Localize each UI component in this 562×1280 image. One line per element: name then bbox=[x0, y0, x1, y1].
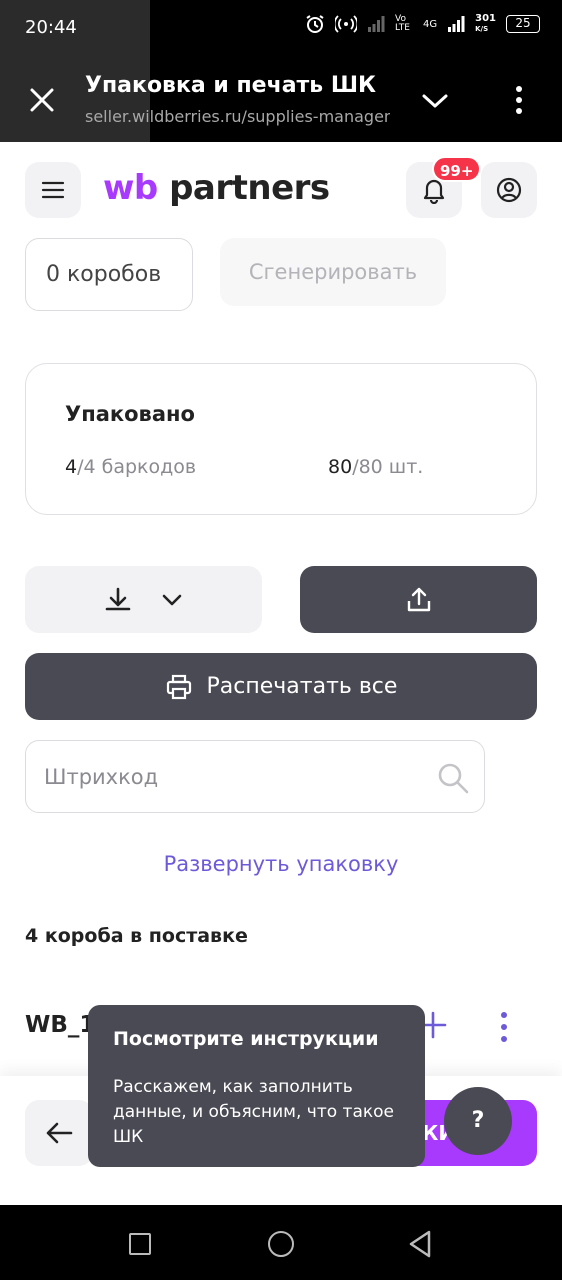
download-dropdown-button[interactable] bbox=[25, 566, 262, 633]
chevron-down-icon[interactable] bbox=[418, 84, 452, 118]
pieces-done: 80 bbox=[328, 456, 353, 478]
page-title: Упаковка и печать ШК bbox=[85, 73, 377, 98]
more-vertical-icon[interactable] bbox=[495, 1010, 513, 1044]
signal-icon bbox=[448, 16, 465, 32]
back-triangle-icon[interactable] bbox=[407, 1229, 433, 1259]
tooltip-text: Расскажем, как заполнить данные, и объяс… bbox=[113, 1077, 395, 1147]
upload-button[interactable] bbox=[300, 566, 537, 633]
arrow-left-icon bbox=[46, 1122, 73, 1144]
hotspot-icon bbox=[335, 15, 357, 33]
upload-icon bbox=[407, 587, 430, 611]
packed-barcodes: 4/4 баркодов bbox=[65, 456, 196, 478]
network-type: 4G bbox=[423, 18, 438, 30]
status-time: 20:44 bbox=[25, 17, 77, 38]
signal-icon bbox=[368, 16, 385, 32]
alarm-icon bbox=[306, 15, 324, 33]
generate-button[interactable]: Сгенерировать bbox=[220, 238, 446, 306]
close-icon[interactable] bbox=[24, 82, 60, 118]
menu-button[interactable] bbox=[25, 162, 81, 218]
notification-badge: 99+ bbox=[432, 156, 482, 182]
recents-icon[interactable] bbox=[129, 1233, 151, 1255]
barcode-input[interactable] bbox=[44, 759, 424, 795]
download-icon bbox=[105, 587, 130, 610]
volte-label: Vo LTE bbox=[395, 14, 410, 33]
search-icon[interactable] bbox=[436, 761, 470, 795]
status-bar: 20:44 Vo LTE 4G 301 K/S 25 bbox=[0, 0, 562, 142]
instructions-tooltip: Посмотрите инструкции Расскажем, как зап… bbox=[88, 1005, 425, 1167]
menu-icon bbox=[41, 181, 65, 199]
chevron-down-icon bbox=[162, 594, 181, 605]
net-speed: 301 K/S bbox=[475, 14, 496, 34]
browser-bar: Упаковка и печать ШК seller.wildberries.… bbox=[0, 58, 562, 142]
android-nav-bar bbox=[0, 1205, 562, 1280]
boxes-count-field[interactable]: 0 коробов bbox=[25, 238, 193, 311]
print-all-label: Распечатать все bbox=[206, 674, 398, 699]
barcodes-total: /4 баркодов bbox=[77, 456, 197, 478]
profile-button[interactable] bbox=[481, 162, 537, 218]
more-vertical-icon[interactable] bbox=[505, 82, 533, 118]
logo-partners: partners bbox=[169, 168, 330, 208]
barcode-search-field bbox=[25, 740, 485, 813]
net-speed-value: 301 bbox=[475, 13, 496, 24]
wb-partners-logo[interactable]: wb partners bbox=[103, 168, 330, 208]
back-button[interactable] bbox=[25, 1100, 93, 1166]
logo-wb: wb bbox=[103, 168, 158, 208]
net-speed-unit: K/S bbox=[475, 25, 489, 33]
print-all-button[interactable]: Распечатать все bbox=[25, 653, 537, 720]
home-icon[interactable] bbox=[268, 1231, 294, 1257]
expand-packing-link[interactable]: Развернуть упаковку bbox=[0, 852, 562, 876]
boxes-heading: 4 короба в поставке bbox=[25, 925, 248, 947]
user-icon bbox=[496, 177, 522, 203]
packed-pieces: 80/80 шт. bbox=[328, 456, 423, 478]
packed-title: Упаковано bbox=[65, 402, 195, 426]
status-icons: Vo LTE 4G 301 K/S 25 bbox=[305, 14, 540, 34]
battery-icon: 25 bbox=[506, 15, 540, 33]
barcodes-done: 4 bbox=[65, 456, 78, 478]
packed-summary-card: Упаковано 4/4 баркодов 80/80 шт. bbox=[25, 363, 537, 515]
app-header: wb partners 99+ bbox=[0, 142, 562, 237]
pieces-total: /80 шт. bbox=[352, 456, 424, 478]
printer-icon bbox=[166, 674, 191, 699]
tooltip-title: Посмотрите инструкции bbox=[113, 1028, 379, 1050]
browser-bar-shade bbox=[0, 58, 150, 142]
box-row-label[interactable]: WB_1 bbox=[25, 1012, 95, 1038]
page-url[interactable]: seller.wildberries.ru/supplies-managemen… bbox=[85, 107, 390, 126]
help-button[interactable]: ? bbox=[444, 1087, 512, 1155]
